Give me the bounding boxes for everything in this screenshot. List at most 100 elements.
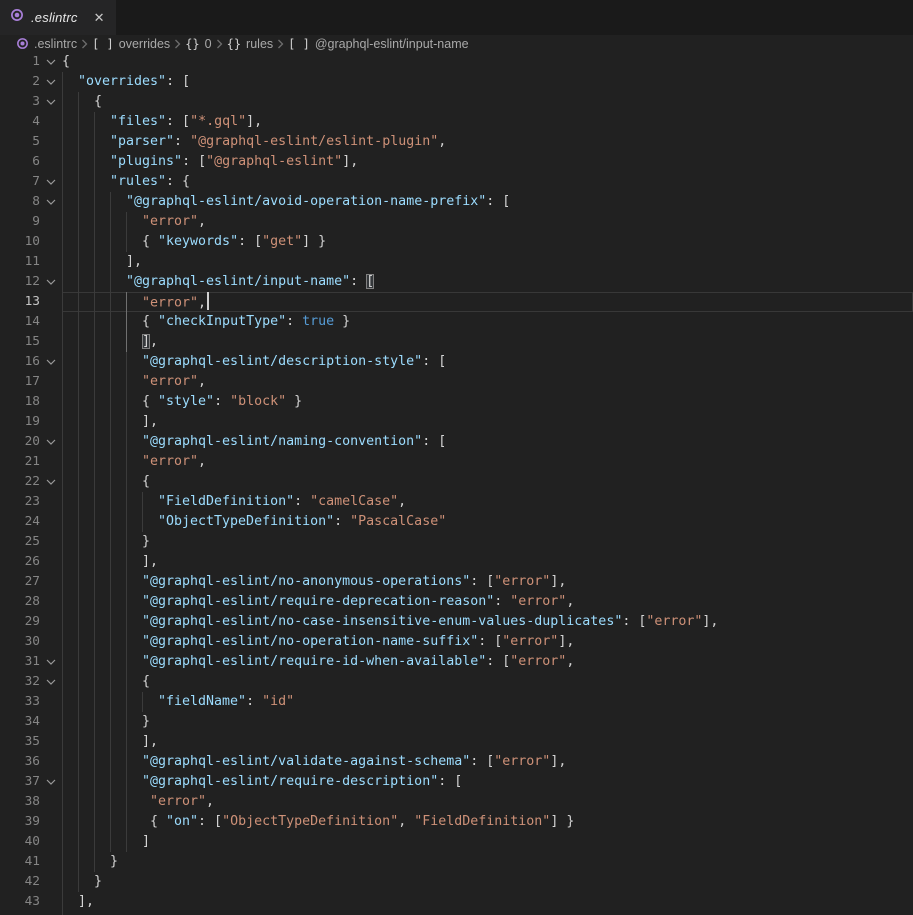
gutter[interactable]: 11 — [0, 252, 62, 272]
fold-chevron-down-icon[interactable] — [40, 352, 62, 372]
gutter[interactable]: 19 — [0, 412, 62, 432]
code-line[interactable]: 22{ — [0, 472, 913, 492]
gutter[interactable]: 31 — [0, 652, 62, 672]
code-line[interactable]: 7"rules": { — [0, 172, 913, 192]
gutter[interactable]: 30 — [0, 632, 62, 652]
code-line[interactable]: 24"ObjectTypeDefinition": "PascalCase" — [0, 512, 913, 532]
code-line-text[interactable]: "@graphql-eslint/naming-convention": [ — [62, 432, 913, 452]
gutter[interactable]: 41 — [0, 852, 62, 872]
code-line-text[interactable]: "@graphql-eslint/description-style": [ — [62, 352, 913, 372]
code-line[interactable]: 20"@graphql-eslint/naming-convention": [ — [0, 432, 913, 452]
code-line-text[interactable]: "error", — [62, 452, 913, 472]
code-line[interactable]: 6"plugins": ["@graphql-eslint"], — [0, 152, 913, 172]
gutter[interactable]: 13 — [0, 292, 62, 312]
code-line[interactable]: 27"@graphql-eslint/no-anonymous-operatio… — [0, 572, 913, 592]
gutter[interactable]: 32 — [0, 672, 62, 692]
code-line-text[interactable]: "error", — [62, 372, 913, 392]
gutter[interactable]: 14 — [0, 312, 62, 332]
code-line-text[interactable]: { — [62, 672, 913, 692]
code-line-text[interactable]: } — [62, 712, 913, 732]
code-line-text[interactable]: "@graphql-eslint/avoid-operation-name-pr… — [62, 192, 913, 212]
code-line[interactable]: 17"error", — [0, 372, 913, 392]
tab-eslintrc[interactable]: .eslintrc ✕ — [0, 0, 116, 35]
fold-chevron-down-icon[interactable] — [40, 672, 62, 692]
gutter[interactable]: 36 — [0, 752, 62, 772]
code-line[interactable]: 39{ "on": ["ObjectTypeDefinition", "Fiel… — [0, 812, 913, 832]
code-line-text[interactable]: { "on": ["ObjectTypeDefinition", "FieldD… — [62, 812, 913, 832]
code-line-text[interactable]: "@graphql-eslint/input-name": [ — [62, 272, 913, 292]
code-line-text[interactable]: ], — [62, 412, 913, 432]
close-icon[interactable]: ✕ — [94, 11, 105, 24]
gutter[interactable]: 15 — [0, 332, 62, 352]
code-line-text[interactable]: } — [62, 532, 913, 552]
breadcrumb-item-overrides[interactable]: [ ]overrides — [92, 37, 170, 51]
code-line-text[interactable]: ] — [62, 832, 913, 852]
code-line-text[interactable]: "error", — [62, 292, 913, 312]
code-line-text[interactable]: ], — [62, 552, 913, 572]
gutter[interactable]: 10 — [0, 232, 62, 252]
code-line-text[interactable]: "@graphql-eslint/require-description": [ — [62, 772, 913, 792]
code-line[interactable]: 10{ "keywords": ["get"] } — [0, 232, 913, 252]
code-line-text[interactable]: ], — [62, 892, 913, 912]
code-line-text[interactable]: "@graphql-eslint/no-operation-name-suffi… — [62, 632, 913, 652]
code-line[interactable]: 35], — [0, 732, 913, 752]
code-line-text[interactable]: { "keywords": ["get"] } — [62, 232, 913, 252]
gutter[interactable]: 26 — [0, 552, 62, 572]
code-line[interactable]: 14{ "checkInputType": true } — [0, 312, 913, 332]
code-line-text[interactable]: ], — [62, 732, 913, 752]
gutter[interactable]: 4 — [0, 112, 62, 132]
gutter[interactable]: 24 — [0, 512, 62, 532]
gutter[interactable]: 9 — [0, 212, 62, 232]
code-line-text[interactable]: "ObjectTypeDefinition": "PascalCase" — [62, 512, 913, 532]
breadcrumb-item--eslintrc[interactable]: .eslintrc — [16, 37, 77, 51]
code-line-text[interactable]: { — [62, 52, 913, 72]
fold-chevron-down-icon[interactable] — [40, 272, 62, 292]
code-line-text[interactable]: } — [62, 852, 913, 872]
code-line[interactable]: 3{ — [0, 92, 913, 112]
code-line-text[interactable]: { — [62, 92, 913, 112]
gutter[interactable]: 27 — [0, 572, 62, 592]
gutter[interactable]: 1 — [0, 52, 62, 72]
code-line-text[interactable]: { "style": "block" } — [62, 392, 913, 412]
code-line-text[interactable]: { — [62, 472, 913, 492]
gutter[interactable]: 38 — [0, 792, 62, 812]
code-line[interactable]: 28"@graphql-eslint/require-deprecation-r… — [0, 592, 913, 612]
breadcrumb-item-0[interactable]: {}0 — [185, 37, 211, 51]
code-line-text[interactable]: "rules": { — [62, 172, 913, 192]
code-line[interactable]: 30"@graphql-eslint/no-operation-name-suf… — [0, 632, 913, 652]
code-line[interactable]: 34} — [0, 712, 913, 732]
code-line[interactable]: 9"error", — [0, 212, 913, 232]
code-line[interactable]: 23"FieldDefinition": "camelCase", — [0, 492, 913, 512]
gutter[interactable]: 16 — [0, 352, 62, 372]
gutter[interactable]: 23 — [0, 492, 62, 512]
code-line-text[interactable]: "FieldDefinition": "camelCase", — [62, 492, 913, 512]
code-line[interactable]: 5"parser": "@graphql-eslint/eslint-plugi… — [0, 132, 913, 152]
gutter[interactable]: 21 — [0, 452, 62, 472]
gutter[interactable]: 35 — [0, 732, 62, 752]
breadcrumb-item-rules[interactable]: {}rules — [227, 37, 274, 51]
gutter[interactable]: 29 — [0, 612, 62, 632]
code-line[interactable]: 12"@graphql-eslint/input-name": [ — [0, 272, 913, 292]
fold-chevron-down-icon[interactable] — [40, 192, 62, 212]
code-line-text[interactable]: "@graphql-eslint/no-anonymous-operations… — [62, 572, 913, 592]
code-line-text[interactable]: "@graphql-eslint/require-id-when-availab… — [62, 652, 913, 672]
fold-chevron-down-icon[interactable] — [40, 652, 62, 672]
gutter[interactable]: 42 — [0, 872, 62, 892]
gutter[interactable]: 17 — [0, 372, 62, 392]
code-line-text[interactable]: } — [62, 872, 913, 892]
code-line[interactable]: 38"error", — [0, 792, 913, 812]
breadcrumb-item--graphql-eslint-input-name[interactable]: [ ]@graphql-eslint/input-name — [288, 37, 468, 51]
gutter[interactable]: 6 — [0, 152, 62, 172]
gutter[interactable]: 18 — [0, 392, 62, 412]
gutter[interactable]: 37 — [0, 772, 62, 792]
code-line[interactable]: 21"error", — [0, 452, 913, 472]
gutter[interactable]: 33 — [0, 692, 62, 712]
code-line-text[interactable]: "files": ["*.gql"], — [62, 112, 913, 132]
fold-chevron-down-icon[interactable] — [40, 772, 62, 792]
code-line[interactable]: 2"overrides": [ — [0, 72, 913, 92]
code-editor[interactable]: 1{2"overrides": [3{4"files": ["*.gql"],5… — [0, 52, 913, 915]
gutter[interactable]: 12 — [0, 272, 62, 292]
gutter[interactable]: 40 — [0, 832, 62, 852]
code-line[interactable]: 40] — [0, 832, 913, 852]
code-line[interactable]: 31"@graphql-eslint/require-id-when-avail… — [0, 652, 913, 672]
